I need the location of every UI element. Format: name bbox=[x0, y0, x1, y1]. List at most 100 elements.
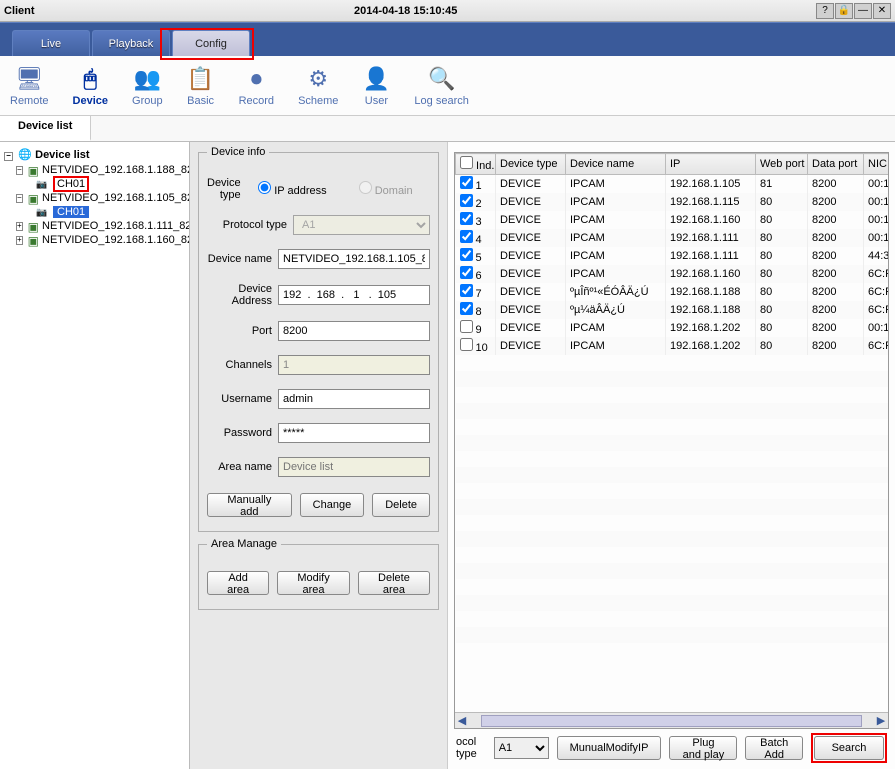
row-checkbox[interactable] bbox=[460, 302, 473, 315]
subtab-device-list[interactable]: Device list bbox=[0, 116, 91, 141]
tool-group[interactable]: 👥Group bbox=[132, 65, 163, 107]
tool-log-search[interactable]: 🔍Log search bbox=[414, 65, 468, 107]
user-icon: 👤 bbox=[362, 65, 390, 93]
close-icon[interactable]: ✕ bbox=[873, 3, 891, 19]
row-checkbox[interactable] bbox=[460, 176, 473, 189]
tab-playback[interactable]: Playback bbox=[92, 30, 170, 56]
device-grid[interactable]: Ind...Device typeDevice nameIPWeb portDa… bbox=[455, 153, 889, 643]
cell-web-port: 80 bbox=[756, 229, 808, 247]
port-input[interactable] bbox=[278, 321, 430, 341]
modify-area-button[interactable]: Modify area bbox=[277, 571, 350, 595]
grid-hscrollbar[interactable]: ◀ ▶ bbox=[455, 712, 888, 728]
cell-nic: 6C:FD:B9 bbox=[864, 301, 890, 319]
grid-header[interactable]: Device type bbox=[496, 154, 566, 175]
table-row[interactable]: 9DEVICEIPCAM192.168.1.20280820000:18:A9: bbox=[456, 319, 890, 337]
cell-device-name: ºµÎñº¹«ÉÓÂÄ¿Ú bbox=[566, 283, 666, 301]
bottom-protocol-select[interactable]: A1 bbox=[494, 737, 549, 759]
expand-icon[interactable]: + bbox=[16, 222, 23, 231]
scroll-right-icon[interactable]: ▶ bbox=[874, 714, 888, 728]
cell-device-type: DEVICE bbox=[496, 211, 566, 229]
scroll-left-icon[interactable]: ◀ bbox=[455, 714, 469, 728]
tree-channel-node[interactable]: CH01 bbox=[2, 177, 187, 191]
cell-data-port: 8200 bbox=[808, 319, 864, 337]
lock-icon[interactable]: 🔒 bbox=[835, 3, 853, 19]
tree-device-node[interactable]: − NETVIDEO_192.168.1.188_8200 bbox=[2, 163, 187, 177]
device-address-input[interactable] bbox=[278, 285, 430, 305]
add-area-button[interactable]: Add area bbox=[207, 571, 269, 595]
tree-node-label: NETVIDEO_192.168.1.188_8200 bbox=[42, 164, 190, 176]
tree-device-node[interactable]: +NETVIDEO_192.168.1.111_8200 bbox=[2, 219, 187, 233]
table-row[interactable]: 5DEVICEIPCAM192.168.1.11180820044:33:4C bbox=[456, 247, 890, 265]
grid-header[interactable]: NIC addr bbox=[864, 154, 890, 175]
collapse-icon[interactable]: − bbox=[16, 166, 23, 175]
row-checkbox[interactable] bbox=[460, 230, 473, 243]
collapse-icon[interactable]: − bbox=[16, 194, 23, 203]
password-input[interactable] bbox=[278, 423, 430, 443]
radio-domain[interactable]: Domain bbox=[333, 181, 413, 197]
tool-label: Remote bbox=[10, 95, 49, 107]
grid-header[interactable]: IP bbox=[666, 154, 756, 175]
help-icon[interactable]: ? bbox=[816, 3, 834, 19]
batch-add-button[interactable]: Batch Add bbox=[745, 736, 803, 760]
grid-checkall[interactable] bbox=[460, 156, 473, 169]
cell-data-port: 8200 bbox=[808, 175, 864, 194]
tab-config[interactable]: Config bbox=[172, 30, 250, 56]
cell-ip: 192.168.1.188 bbox=[666, 301, 756, 319]
username-input[interactable] bbox=[278, 389, 430, 409]
subtabs: Device list bbox=[0, 116, 895, 142]
search-button[interactable]: Search bbox=[814, 736, 884, 760]
log search-icon: 🔍 bbox=[428, 65, 456, 93]
tool-user[interactable]: 👤User bbox=[362, 65, 390, 107]
device-name-input[interactable] bbox=[278, 249, 430, 269]
row-checkbox[interactable] bbox=[460, 212, 473, 225]
table-row[interactable]: 10DEVICEIPCAM192.168.1.2028082006C:FD:B9 bbox=[456, 337, 890, 355]
tab-live[interactable]: Live bbox=[12, 30, 90, 56]
tree-root[interactable]: − Device list bbox=[2, 146, 187, 163]
row-checkbox[interactable] bbox=[460, 320, 473, 333]
tool-record[interactable]: ⏺Record bbox=[239, 65, 274, 107]
table-row[interactable]: 6DEVICEIPCAM192.168.1.1608082006C:FD:B9 bbox=[456, 265, 890, 283]
row-checkbox[interactable] bbox=[460, 248, 473, 261]
cell-nic: 00:18:A9: bbox=[864, 319, 890, 337]
row-checkbox[interactable] bbox=[460, 338, 473, 351]
expand-icon[interactable]: + bbox=[16, 236, 23, 245]
row-checkbox[interactable] bbox=[460, 266, 473, 279]
row-checkbox[interactable] bbox=[460, 284, 473, 297]
username-label: Username bbox=[207, 393, 272, 405]
delete-button[interactable]: Delete bbox=[372, 493, 430, 517]
table-row[interactable]: 7DEVICEºµÎñº¹«ÉÓÂÄ¿Ú192.168.1.1888082006… bbox=[456, 283, 890, 301]
protocol-select[interactable]: A1 bbox=[293, 215, 430, 235]
grid-header[interactable]: Data port bbox=[808, 154, 864, 175]
tool-scheme[interactable]: ⚙Scheme bbox=[298, 65, 338, 107]
radio-ip[interactable]: IP address bbox=[247, 181, 327, 197]
tree-device-node[interactable]: −NETVIDEO_192.168.1.105_8200 bbox=[2, 191, 187, 205]
table-row[interactable]: 2DEVICEIPCAM192.168.1.11580820000:18:A9: bbox=[456, 193, 890, 211]
plug-and-play-button[interactable]: Plug and play bbox=[669, 736, 737, 760]
cell-nic: 44:33:4C bbox=[864, 247, 890, 265]
tool-remote[interactable]: 🖥Remote bbox=[10, 65, 49, 107]
scroll-thumb[interactable] bbox=[481, 715, 862, 727]
tree-device-node[interactable]: +NETVIDEO_192.168.1.160_8200 bbox=[2, 233, 187, 247]
main-tabs: Live Playback Config bbox=[0, 22, 895, 56]
row-checkbox[interactable] bbox=[460, 194, 473, 207]
table-row[interactable]: 1DEVICEIPCAM192.168.1.10581820000:18:A9: bbox=[456, 175, 890, 194]
collapse-icon[interactable]: − bbox=[4, 152, 13, 161]
manual-modify-ip-button[interactable]: MunualModifyIP bbox=[557, 736, 662, 760]
table-row[interactable]: 8DEVICEºµ¼äÂÄ¿Ú192.168.1.1888082006C:FD:… bbox=[456, 301, 890, 319]
radio-p2p[interactable]: P2P bbox=[419, 181, 448, 197]
change-button[interactable]: Change bbox=[300, 493, 365, 517]
manually-add-button[interactable]: Manually add bbox=[207, 493, 292, 517]
grid-header[interactable]: Web port bbox=[756, 154, 808, 175]
tool-device[interactable]: 🖱Device bbox=[73, 65, 108, 107]
cell-device-type: DEVICE bbox=[496, 265, 566, 283]
cell-device-type: DEVICE bbox=[496, 283, 566, 301]
table-row[interactable]: 3DEVICEIPCAM192.168.1.16080820000:18:A9: bbox=[456, 211, 890, 229]
area-manage-legend: Area Manage bbox=[207, 538, 281, 550]
delete-area-button[interactable]: Delete area bbox=[358, 571, 430, 595]
tree-channel-node[interactable]: CH01 bbox=[2, 205, 187, 219]
minimize-icon[interactable]: — bbox=[854, 3, 872, 19]
table-row[interactable]: 4DEVICEIPCAM192.168.1.11180820000:18:A9: bbox=[456, 229, 890, 247]
grid-header[interactable]: Device name bbox=[566, 154, 666, 175]
tool-basic[interactable]: 📋Basic bbox=[187, 65, 215, 107]
tool-label: Device bbox=[73, 95, 108, 107]
